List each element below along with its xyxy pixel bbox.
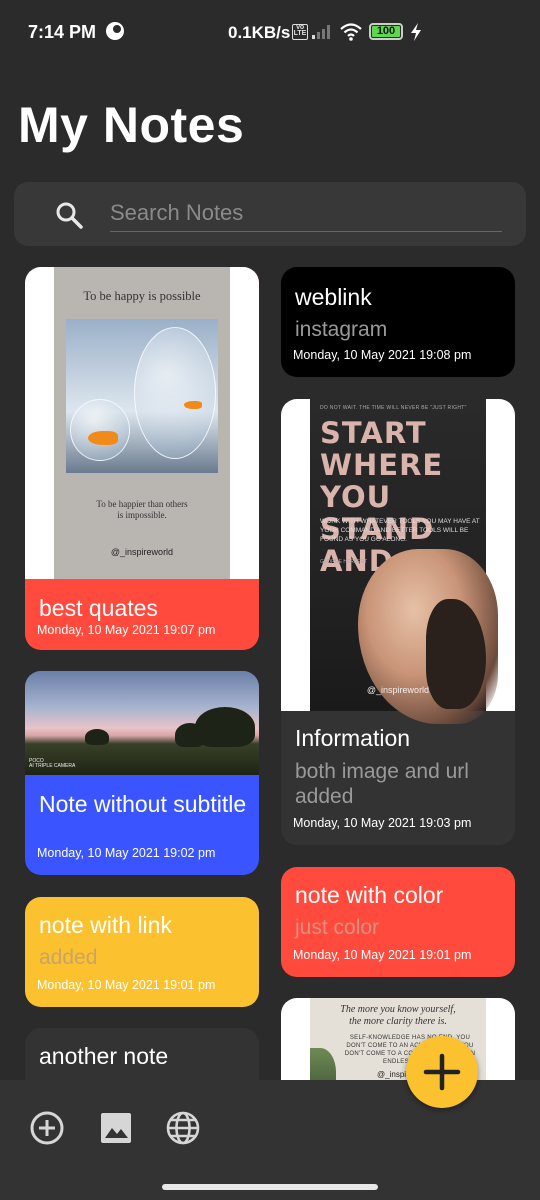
search-icon[interactable]	[54, 200, 84, 230]
image-quote-text: To be happier than others is impossible.	[96, 499, 188, 520]
note-title: Note without subtitle	[39, 791, 247, 817]
search-input[interactable]	[110, 194, 502, 232]
note-subtitle: just color	[295, 916, 380, 939]
home-indicator[interactable]	[162, 1184, 378, 1190]
signal-icon	[312, 25, 330, 39]
network-speed: 0.1KB/s	[228, 23, 291, 42]
note-title: another note	[39, 1043, 169, 1069]
note-date: Monday, 10 May 2021 19:01 pm	[37, 978, 216, 992]
note-image: The more you know yourself, the more cla…	[281, 998, 515, 1080]
note-card[interactable]: weblink instagram Monday, 10 May 2021 19…	[281, 267, 515, 377]
status-bar: 7:14 PM 0.1KB/s Vo LTE 100	[0, 0, 540, 64]
plus-icon	[423, 1053, 461, 1091]
note-card[interactable]: DO NOT WAIT. THE TIME WILL NEVER BE "JUS…	[281, 399, 515, 845]
note-date: Monday, 10 May 2021 19:08 pm	[293, 348, 472, 362]
search-bar[interactable]	[14, 182, 526, 246]
note-date: Monday, 10 May 2021 19:07 pm	[37, 623, 216, 637]
add-note-button[interactable]	[406, 1036, 478, 1108]
note-image: To be happy is possible To be happier th…	[25, 267, 259, 579]
charging-icon	[411, 23, 421, 41]
battery-icon: 100	[369, 23, 403, 40]
note-card[interactable]: POCO AI TRIPLE CAMERA Note without subti…	[25, 671, 259, 875]
note-card[interactable]: another note	[25, 1028, 259, 1080]
note-subtitle: instagram	[295, 318, 388, 341]
note-date: Monday, 10 May 2021 19:01 pm	[293, 948, 472, 962]
note-subtitle: both image and url added	[295, 760, 469, 808]
note-image: POCO AI TRIPLE CAMERA	[25, 671, 259, 775]
note-card[interactable]: note with link added Monday, 10 May 2021…	[25, 897, 259, 1007]
do-not-disturb-icon	[106, 22, 124, 40]
fishbowl-photo	[66, 319, 218, 473]
add-circle-icon[interactable]	[29, 1110, 65, 1146]
note-date: Monday, 10 May 2021 19:03 pm	[293, 816, 472, 830]
note-card[interactable]: To be happy is possible To be happier th…	[25, 267, 259, 650]
globe-icon[interactable]	[165, 1110, 201, 1146]
volte-icon: Vo LTE	[292, 24, 308, 40]
image-handle: @_inspireworld	[110, 547, 174, 557]
status-time: 7:14 PM	[28, 22, 97, 42]
note-subtitle: added	[39, 946, 98, 969]
note-date: Monday, 10 May 2021 19:02 pm	[37, 846, 216, 860]
page-title: My Notes	[18, 97, 245, 153]
wifi-icon	[340, 23, 362, 41]
note-title: note with link	[39, 912, 172, 938]
note-image: DO NOT WAIT. THE TIME WILL NEVER BE "JUS…	[281, 399, 515, 724]
note-card[interactable]: The more you know yourself, the more cla…	[281, 998, 515, 1080]
image-watermark: POCO AI TRIPLE CAMERA	[29, 758, 76, 769]
battery-level: 100	[372, 26, 400, 37]
note-card[interactable]: note with color just color Monday, 10 Ma…	[281, 867, 515, 977]
note-title: note with color	[295, 882, 444, 908]
notes-grid: To be happy is possible To be happier th…	[0, 262, 540, 1080]
note-title: best quates	[39, 595, 158, 621]
image-icon[interactable]	[98, 1110, 134, 1146]
image-quote-text: To be happy is possible	[83, 289, 201, 303]
note-title: Information	[295, 725, 411, 751]
note-title: weblink	[295, 284, 372, 310]
